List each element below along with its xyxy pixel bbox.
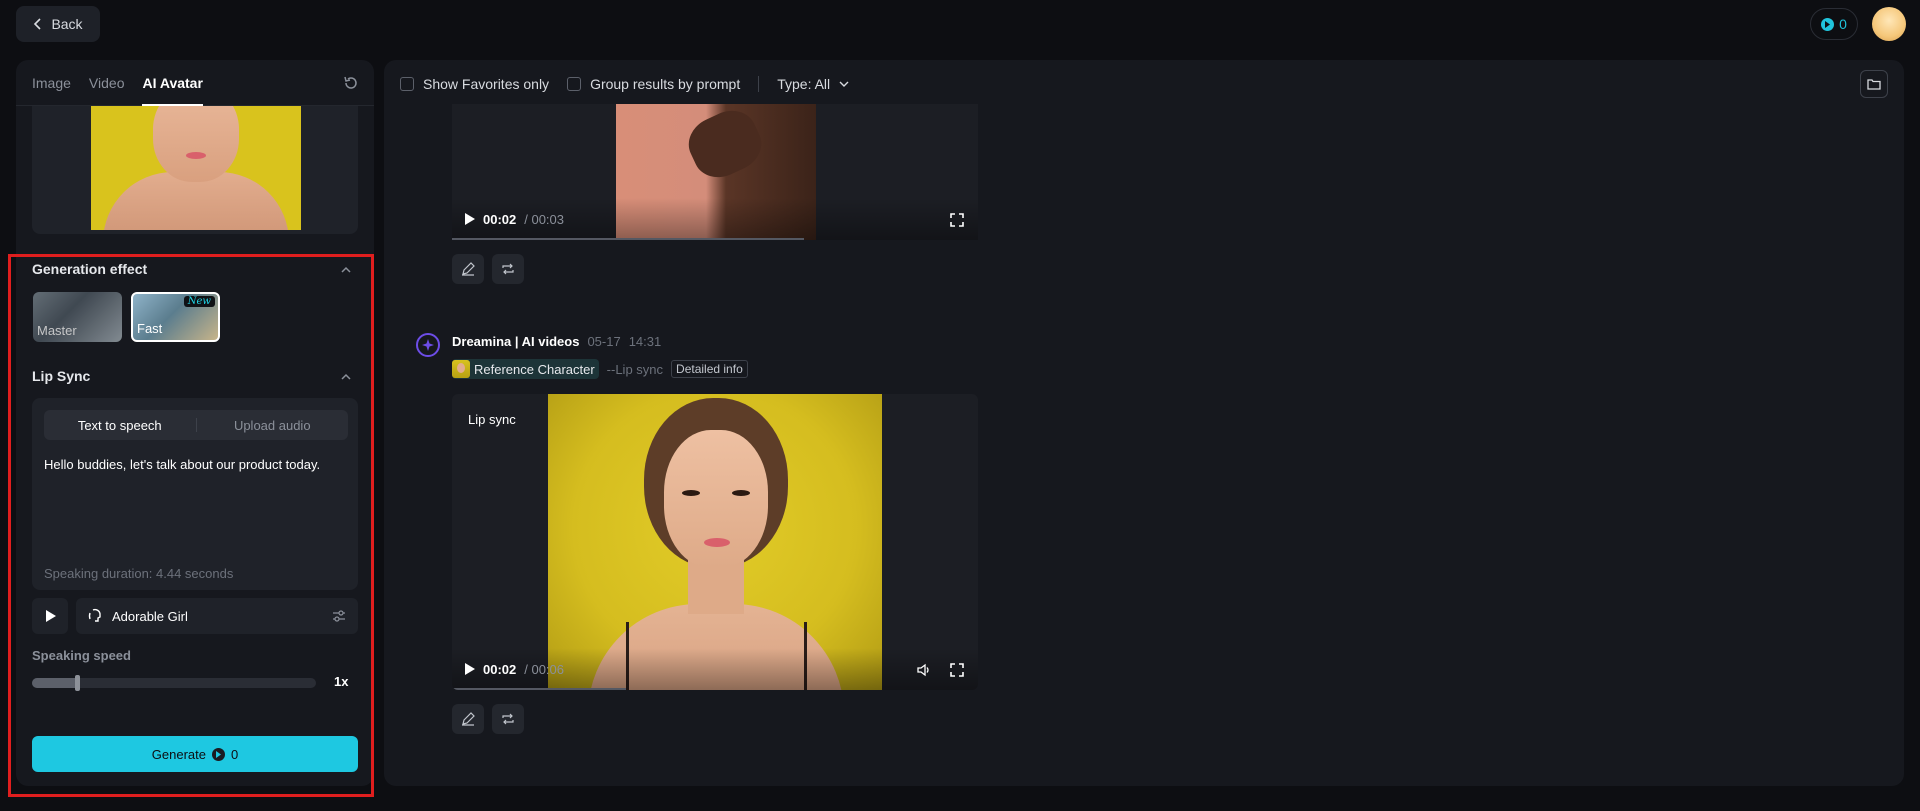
avatar-image xyxy=(91,106,301,230)
play-icon[interactable] xyxy=(464,213,475,225)
volume-icon[interactable] xyxy=(916,662,932,678)
video-controls: 00:02 / 00:03 xyxy=(452,198,978,240)
entry-meta: Reference Character --Lip sync Detailed … xyxy=(452,359,748,379)
chevron-up-icon[interactable] xyxy=(340,264,352,276)
loop-icon xyxy=(502,713,514,725)
entry-header: Dreamina | AI videos 05-17 14:31 xyxy=(452,334,661,349)
chevron-up-icon[interactable] xyxy=(340,371,352,383)
video-progress[interactable] xyxy=(452,688,626,690)
edit-icon xyxy=(462,262,475,276)
generate-cost: 0 xyxy=(230,746,239,762)
reference-label: Reference Character xyxy=(474,361,595,377)
speaking-speed-label: Speaking speed xyxy=(32,648,131,663)
lip-sync-label: Lip sync xyxy=(468,412,516,427)
back-label: Back xyxy=(51,16,83,32)
lip-sync-box: Text to speech Upload audio Hello buddie… xyxy=(32,398,358,590)
reference-thumbnail xyxy=(452,360,470,378)
edit-button[interactable] xyxy=(452,254,484,284)
loop-icon xyxy=(502,263,514,275)
type-dropdown[interactable]: Type: All xyxy=(777,76,849,92)
coin-icon xyxy=(1821,17,1835,31)
avatar-preview xyxy=(32,106,358,234)
sliders-icon[interactable] xyxy=(332,609,346,623)
filter-bar: Show Favorites only Group results by pro… xyxy=(400,74,857,94)
regenerate-button[interactable] xyxy=(492,254,524,284)
speech-text-input[interactable]: Hello buddies, let's talk about our prod… xyxy=(44,456,344,474)
total-time: / 00:06 xyxy=(524,661,565,677)
entry-time: 14:31 xyxy=(628,334,662,349)
coin-icon xyxy=(211,747,225,761)
voice-preview-button[interactable] xyxy=(32,598,68,634)
regenerate-button[interactable] xyxy=(492,704,524,734)
detailed-info-button[interactable]: Detailed info xyxy=(671,360,748,378)
video-player-2[interactable]: Lip sync 00:02 / 00:06 xyxy=(452,394,978,690)
slider-handle[interactable] xyxy=(75,675,81,691)
mode-text-to-speech[interactable]: Text to speech xyxy=(44,418,196,433)
type-label: Type: All xyxy=(777,76,831,92)
voice-icon xyxy=(88,608,101,622)
group-checkbox[interactable] xyxy=(567,77,582,91)
speaking-speed-slider[interactable] xyxy=(32,675,316,691)
user-avatar[interactable] xyxy=(1872,7,1906,41)
tab-video[interactable]: Video xyxy=(89,60,125,106)
video-thumbnail xyxy=(548,394,882,690)
speaking-speed-value: 1x xyxy=(334,674,349,689)
lip-sync-mode-switch: Text to speech Upload audio xyxy=(44,410,348,440)
new-badge: New xyxy=(183,296,215,307)
fullscreen-icon[interactable] xyxy=(950,663,964,677)
dreamina-logo-icon xyxy=(416,333,440,357)
group-label: Group results by prompt xyxy=(590,76,741,92)
back-button[interactable]: Back xyxy=(16,6,100,42)
lip-sync-tag: --Lip sync xyxy=(606,361,664,377)
voice-selector[interactable]: Adorable Girl xyxy=(76,598,358,634)
generate-button[interactable]: Generate 0 xyxy=(32,736,358,772)
video-player-1[interactable]: 00:02 / 00:03 xyxy=(452,104,978,240)
credits-count: 0 xyxy=(1839,16,1847,32)
video-progress[interactable] xyxy=(452,238,805,240)
current-time: 00:02 xyxy=(483,211,517,227)
favorites-filter[interactable]: Show Favorites only xyxy=(400,76,549,92)
fullscreen-icon[interactable] xyxy=(950,213,964,227)
tab-ai-avatar[interactable]: AI Avatar xyxy=(142,60,204,106)
generate-label: Generate xyxy=(151,746,206,762)
chevron-left-icon xyxy=(34,18,42,30)
reset-icon[interactable] xyxy=(342,74,360,92)
current-time: 00:02 xyxy=(483,661,517,677)
edit-button[interactable] xyxy=(452,704,484,734)
group-filter[interactable]: Group results by prompt xyxy=(567,76,740,92)
entry-author: Dreamina | AI videos xyxy=(452,334,580,349)
play-icon[interactable] xyxy=(464,663,475,675)
reference-character-chip[interactable]: Reference Character xyxy=(452,359,599,379)
effect-label: Master xyxy=(37,323,77,338)
favorites-checkbox[interactable] xyxy=(400,77,414,91)
chevron-down-icon xyxy=(839,81,849,87)
effect-option-fast[interactable]: New Fast xyxy=(131,292,220,342)
folder-button[interactable] xyxy=(1860,70,1888,98)
favorites-label: Show Favorites only xyxy=(423,76,550,92)
credits-badge[interactable]: 0 xyxy=(1810,8,1858,40)
effect-label: Fast xyxy=(137,321,163,336)
entry-date: 05-17 xyxy=(587,334,621,349)
results-panel: Show Favorites only Group results by pro… xyxy=(384,60,1904,786)
speaking-duration: Speaking duration: 4.44 seconds xyxy=(44,566,234,581)
play-icon xyxy=(45,610,56,622)
voice-name: Adorable Girl xyxy=(112,608,188,624)
mode-tabs: Image Video AI Avatar xyxy=(16,60,374,106)
total-time: / 00:03 xyxy=(524,211,565,227)
folder-icon xyxy=(1867,79,1881,90)
left-panel: Image Video AI Avatar Generation effect … xyxy=(16,60,374,786)
video-controls: 00:02 / 00:06 xyxy=(452,648,978,690)
edit-icon xyxy=(462,712,475,726)
tab-image[interactable]: Image xyxy=(32,60,71,106)
lip-sync-title: Lip Sync xyxy=(32,368,91,384)
slider-fill xyxy=(32,678,78,688)
effect-option-master[interactable]: Master xyxy=(33,292,122,342)
mode-upload-audio[interactable]: Upload audio xyxy=(197,418,349,433)
generation-effect-title: Generation effect xyxy=(32,261,148,277)
